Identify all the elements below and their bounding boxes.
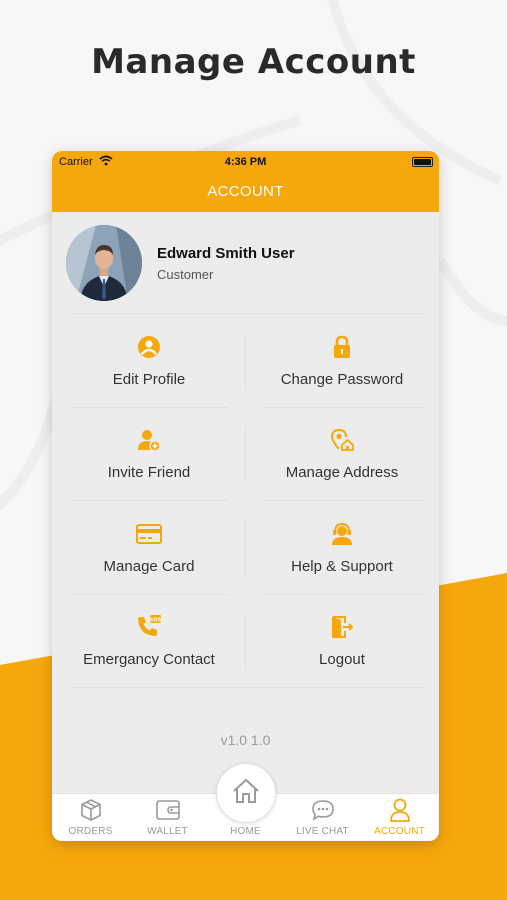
menu-change-password[interactable]: Change Password: [254, 333, 430, 423]
tab-live-chat[interactable]: LIVE CHAT: [284, 793, 361, 841]
page-headline: Manage Account: [91, 42, 416, 82]
divider: [245, 613, 246, 669]
menu-label: Manage Card: [103, 558, 195, 575]
app-bar-title: ACCOUNT: [207, 183, 284, 200]
menu-manage-card[interactable]: Manage Card: [61, 520, 237, 610]
chat-bubble-icon: [284, 798, 361, 822]
menu-label: Help & Support: [291, 558, 393, 575]
divider: [245, 426, 246, 482]
menu-label: Manage Address: [285, 464, 399, 481]
box-icon: [52, 798, 129, 822]
app-version: v1.0 1.0: [220, 732, 271, 748]
menu-edit-profile[interactable]: Edit Profile: [61, 333, 237, 423]
tab-label: LIVE CHAT: [296, 826, 349, 837]
sos-phone-icon: SOS: [61, 613, 237, 641]
svg-text:SOS: SOS: [149, 617, 162, 623]
battery-icon: [412, 157, 433, 167]
menu-manage-address[interactable]: Manage Address: [254, 426, 430, 516]
menu-help-support[interactable]: Help & Support: [254, 520, 430, 610]
tab-orders[interactable]: ORDERS: [52, 793, 129, 841]
wallet-icon: [129, 798, 206, 822]
status-bar: Carrier 4:36 PM: [52, 153, 439, 171]
divider: [245, 333, 246, 389]
user-role: Customer: [157, 267, 214, 282]
menu-logout[interactable]: Logout: [254, 613, 430, 703]
tab-label: ACCOUNT: [374, 826, 425, 837]
logout-door-icon: [254, 613, 430, 641]
menu-emergency-contact[interactable]: SOS Emergancy Contact: [61, 613, 237, 703]
person-icon: [361, 798, 438, 822]
divider: [245, 520, 246, 576]
location-home-icon: [254, 426, 430, 454]
tab-wallet[interactable]: WALLET: [129, 793, 206, 841]
tab-label: ORDERS: [68, 826, 113, 837]
user-circle-icon: [61, 333, 237, 361]
menu-label: Change Password: [280, 371, 404, 388]
menu-label: Invite Friend: [107, 464, 191, 481]
tab-label: WALLET: [147, 826, 188, 837]
menu-label: Logout: [319, 651, 365, 668]
divider: [70, 313, 422, 314]
tab-account[interactable]: ACCOUNT: [361, 793, 438, 841]
app-header: Carrier 4:36 PM ACCOUNT: [52, 151, 439, 212]
status-time: 4:36 PM: [224, 156, 267, 168]
profile-header[interactable]: Edward Smith User Customer: [66, 225, 426, 305]
user-add-icon: [61, 426, 237, 454]
menu-label: Emergancy Contact: [83, 651, 215, 668]
tab-label: HOME: [230, 826, 261, 837]
user-name: Edward Smith User: [157, 245, 295, 262]
phone-screen: Carrier 4:36 PM ACCOUNT Edward Smith Use…: [52, 151, 439, 841]
menu-label: Edit Profile: [112, 371, 186, 388]
tab-home[interactable]: HOME: [207, 793, 284, 841]
menu-invite-friend[interactable]: Invite Friend: [61, 426, 237, 516]
credit-card-icon: [61, 520, 237, 548]
avatar[interactable]: [66, 225, 142, 301]
lock-icon: [254, 333, 430, 361]
support-agent-icon: [254, 520, 430, 548]
